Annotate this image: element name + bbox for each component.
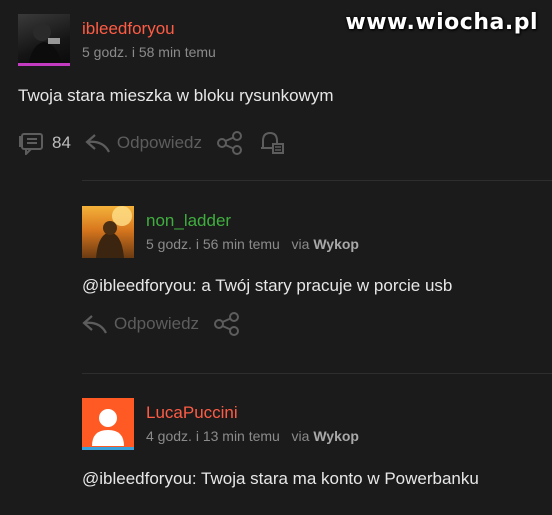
avatar-gender-bar xyxy=(82,447,134,450)
reply-button[interactable]: Odpowiedz xyxy=(82,313,199,335)
vote-count-label: 84 xyxy=(52,133,71,152)
bell-icon xyxy=(258,130,286,156)
via-prefix: via xyxy=(291,428,310,444)
reply-arrow-icon xyxy=(85,132,111,154)
reply-label: Odpowiedz xyxy=(116,133,202,152)
timestamp: 4 godz. i 13 min temu via Wykop xyxy=(146,429,359,443)
comment-text: Twoja stara mieszka w bloku rysunkowym xyxy=(18,86,334,105)
vote-count[interactable]: 84 xyxy=(18,131,71,155)
comment-text: @ibleedforyou: Twoja stara ma konto w Po… xyxy=(82,469,479,488)
share-button[interactable] xyxy=(213,312,241,336)
via-app[interactable]: Wykop xyxy=(313,236,359,252)
username[interactable]: ibleedforyou xyxy=(82,20,216,37)
user-avatar[interactable] xyxy=(82,398,134,450)
username[interactable]: non_ladder xyxy=(146,212,359,229)
comment-actions: Odpowiedz xyxy=(82,312,255,336)
site-watermark: www.wiocha.pl xyxy=(345,10,538,35)
comment-divider xyxy=(82,180,552,181)
avatar-image xyxy=(96,206,132,258)
timestamp-text: 5 godz. i 56 min temu xyxy=(146,236,280,252)
user-avatar[interactable] xyxy=(18,14,70,66)
user-avatar[interactable] xyxy=(82,206,134,258)
reply-button[interactable]: Odpowiedz xyxy=(85,132,202,154)
reply-label: Odpowiedz xyxy=(114,314,200,333)
avatar-image xyxy=(28,23,62,66)
via-prefix: via xyxy=(291,236,310,252)
notify-button[interactable] xyxy=(258,130,286,156)
share-icon xyxy=(213,312,241,336)
username[interactable]: LucaPuccini xyxy=(146,404,359,421)
share-button[interactable] xyxy=(216,131,244,155)
reply-arrow-icon xyxy=(82,313,108,335)
avatar-gender-bar xyxy=(18,63,70,66)
comment-divider xyxy=(82,373,552,374)
comment-text: @ibleedforyou: a Twój stary pracuje w po… xyxy=(82,276,453,295)
comment-actions: 84 Odpowiedz xyxy=(18,130,300,156)
default-avatar-icon xyxy=(92,409,124,446)
timestamp: 5 godz. i 58 min temu xyxy=(82,44,216,60)
timestamp-text: 4 godz. i 13 min temu xyxy=(146,428,280,444)
comment-count-icon xyxy=(18,131,46,155)
share-icon xyxy=(216,131,244,155)
timestamp: 5 godz. i 56 min temu via Wykop xyxy=(146,237,359,251)
via-app[interactable]: Wykop xyxy=(313,428,359,444)
